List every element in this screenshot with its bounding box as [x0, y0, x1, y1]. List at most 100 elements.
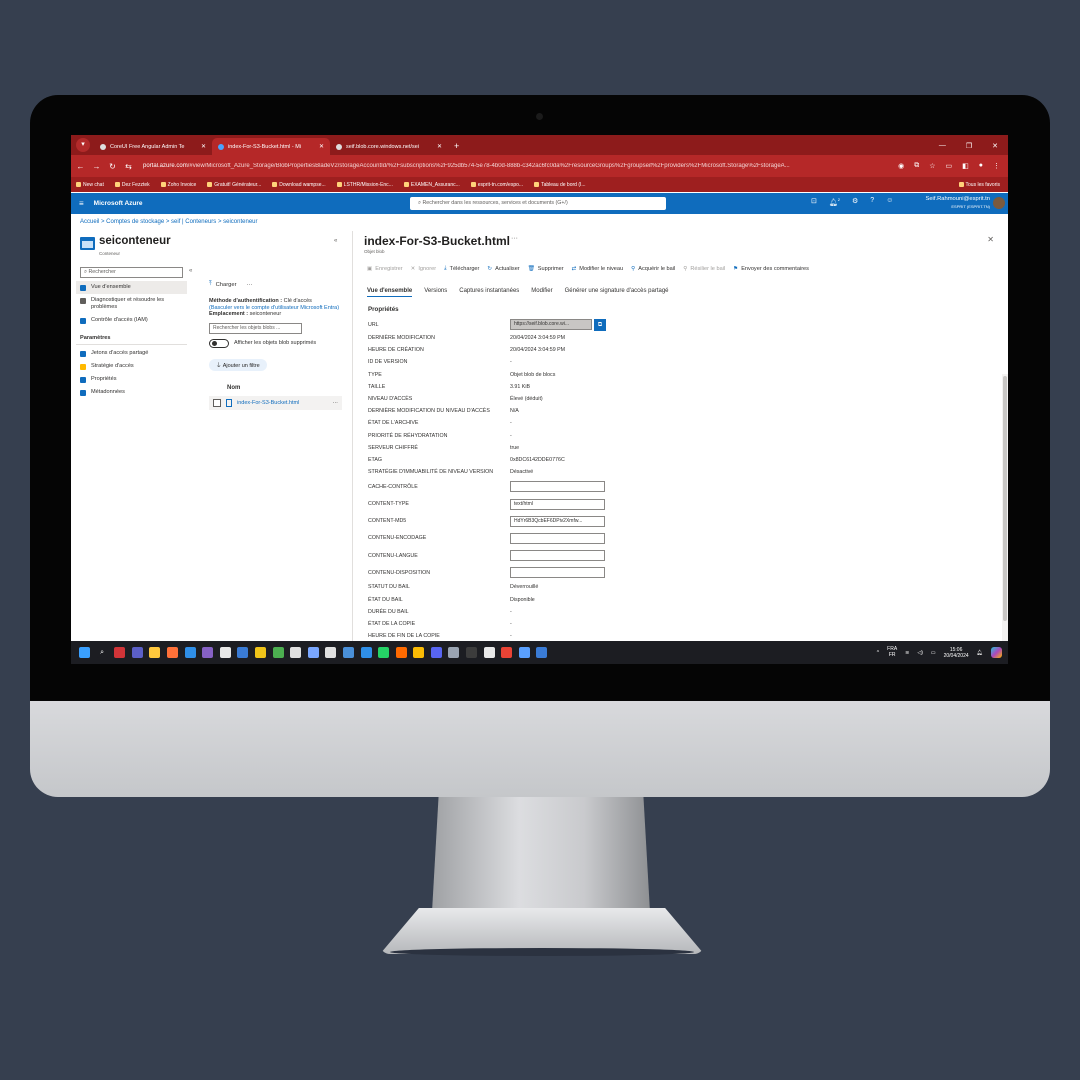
title-more-icon[interactable]: ··· — [511, 235, 518, 242]
terminal-icon[interactable] — [466, 647, 478, 658]
copilot-icon[interactable] — [991, 647, 1002, 658]
notepad-icon[interactable] — [518, 647, 530, 658]
command-button[interactable]: ⤓ Télécharger — [444, 265, 479, 272]
blob-name-link[interactable]: index-For-S3-Bucket.html — [237, 400, 328, 406]
language-indicator[interactable]: FRA FR — [887, 646, 897, 658]
app-icon[interactable] — [114, 647, 126, 658]
app-icon[interactable] — [325, 647, 337, 658]
property-input[interactable] — [510, 481, 605, 493]
auth-switch-link[interactable]: (Basculer vers le compte d'utilisateur M… — [209, 305, 339, 311]
app-icon[interactable] — [536, 647, 548, 658]
tab-search-icon[interactable]: ▾ — [76, 138, 90, 152]
menu-section-heading[interactable]: Paramètres — [76, 327, 187, 345]
notification-icon[interactable]: 🔔︎2 — [829, 197, 840, 206]
collapse-icon[interactable]: « — [334, 238, 337, 244]
command-button[interactable]: ⚲ Résilier le bail — [683, 265, 725, 272]
add-filter-button[interactable]: ⏚ Ajouter un filtre — [209, 358, 267, 371]
reload-icon[interactable]: ↻ — [106, 162, 119, 171]
menu-collapse-icon[interactable]: « — [189, 268, 192, 274]
row-checkbox[interactable] — [213, 398, 221, 407]
close-icon[interactable]: ✕ — [987, 235, 994, 244]
firefox-icon[interactable] — [166, 647, 178, 658]
bookmark-item[interactable]: Gratuit! Générateur... — [207, 182, 261, 188]
bookmark-item[interactable]: LSTHR/Mission-Enc... — [336, 182, 393, 188]
app-icon[interactable] — [254, 647, 266, 658]
bookmark-item[interactable]: Zoho Invoice — [160, 182, 196, 188]
star-icon[interactable]: ☆ — [929, 162, 935, 170]
folder-icon[interactable] — [149, 647, 161, 658]
command-button[interactable]: 🗑︎ Supprimer — [528, 265, 564, 272]
app-icon[interactable] — [448, 647, 460, 658]
more-icon[interactable]: ··· — [247, 282, 253, 288]
blob-tab[interactable]: Vue d'ensemble — [367, 288, 413, 297]
back-icon[interactable]: ← — [74, 162, 87, 171]
volume-icon[interactable]: ◁) — [917, 650, 923, 656]
settings-menu-item[interactable]: Métadonnées — [76, 386, 187, 399]
extension-icon[interactable]: ▭ — [946, 162, 953, 170]
command-button[interactable]: ↻ Actualiser — [487, 265, 519, 272]
app-icon[interactable] — [342, 647, 354, 658]
browser-tab[interactable]: seif.blob.core.windows.net/sei ✕ — [330, 138, 448, 155]
settings-menu-item[interactable]: Stratégie d'accès — [76, 360, 187, 373]
notification-bell-icon[interactable]: 🔔︎ — [977, 650, 983, 656]
table-row[interactable]: index-For-S3-Bucket.html ··· — [209, 395, 342, 410]
url-field[interactable]: portal.azure.com/#view/Microsoft_Azure_S… — [143, 163, 898, 169]
property-input[interactable] — [510, 532, 605, 544]
blob-search-input[interactable]: Rechercher les objets blobs ... — [209, 322, 302, 334]
app-icon[interactable] — [360, 647, 372, 658]
column-header-name[interactable]: Nom — [227, 385, 349, 391]
scrollbar-thumb[interactable] — [1003, 376, 1007, 621]
chrome-icon[interactable] — [413, 647, 425, 658]
avatar[interactable] — [993, 197, 1005, 209]
bookmark-item[interactable]: esprit-tn.com/espo... — [470, 182, 523, 188]
blob-tab[interactable]: Modifier — [531, 288, 552, 297]
anaconda-icon[interactable] — [395, 647, 407, 658]
menu-item[interactable]: Diagnostiquer et résoudre les problèmes — [76, 294, 187, 314]
menu-item[interactable]: Contrôle d'accès (IAM) — [76, 314, 187, 327]
help-icon[interactable]: ? — [870, 197, 874, 206]
app-icon[interactable] — [237, 647, 249, 658]
all-bookmarks[interactable]: Tous les favoris — [958, 182, 1000, 188]
bookmark-item[interactable]: Tableau de bord (I... — [534, 182, 586, 188]
app-icon[interactable] — [272, 647, 284, 658]
close-tab-icon[interactable]: ✕ — [319, 143, 324, 150]
close-tab-icon[interactable]: ✕ — [437, 143, 442, 150]
command-button[interactable]: ▣ Enregistrer — [367, 265, 403, 272]
settings-menu-item[interactable]: Jetons d'accès partagé — [76, 347, 187, 360]
settings-icon[interactable]: ⚙ — [852, 197, 858, 206]
row-more-icon[interactable]: ··· — [333, 400, 339, 406]
azure-search-input[interactable]: ⌕ Rechercher dans les ressources, servic… — [410, 197, 666, 210]
chrome-icon[interactable] — [501, 647, 513, 658]
site-settings-icon[interactable]: ⇆ — [122, 162, 135, 171]
breadcrumb[interactable]: Accueil > Comptes de stockage > seif | C… — [80, 219, 258, 225]
app-icon[interactable] — [483, 647, 495, 658]
settings-menu-item[interactable]: Propriétés — [76, 373, 187, 386]
minimize-icon[interactable]: — — [939, 142, 946, 150]
command-button[interactable]: ⚑ Envoyer des commentaires — [733, 265, 809, 272]
close-window-icon[interactable]: ✕ — [992, 142, 998, 150]
copy-icon[interactable]: ⧉ — [594, 318, 606, 331]
app-icon[interactable] — [307, 647, 319, 658]
cloud-shell-icon[interactable]: ⊡ — [811, 197, 817, 206]
upload-button[interactable]: Charger — [216, 282, 237, 288]
bookmark-item[interactable]: New chat — [76, 182, 104, 188]
azure-brand[interactable]: Microsoft Azure — [94, 200, 143, 207]
teams-icon[interactable] — [131, 647, 143, 658]
bookmark-item[interactable]: EXAMEN_Assuranc... — [403, 182, 460, 188]
profile-icon[interactable]: ● — [979, 162, 983, 170]
property-input[interactable]: HdYr6B3QcbEF6DPiv2Xmfw... — [510, 515, 605, 527]
menu-search-input[interactable]: ⌕ Rechercher — [80, 267, 183, 278]
search-icon[interactable]: ⌕ — [96, 647, 108, 658]
wifi-icon[interactable]: ≋ — [905, 650, 909, 656]
command-button[interactable]: ✕ Ignorer — [411, 265, 436, 272]
blob-tab[interactable]: Générer une signature d'accès partagé — [565, 288, 669, 297]
property-input[interactable]: text/html — [510, 498, 605, 510]
clock[interactable]: 15:06 20/04/2024 — [944, 647, 969, 659]
url-value-field[interactable]: https://seif.blob.core.wi... — [510, 319, 592, 330]
command-button[interactable]: ⚲ Acquérir le bail — [631, 265, 675, 272]
new-tab-button[interactable]: + — [454, 141, 459, 151]
blob-tab[interactable]: Captures instantanées — [459, 288, 519, 297]
app-icon[interactable] — [219, 647, 231, 658]
browser-tab[interactable]: index-For-S3-Bucket.html - Mi ✕ — [212, 138, 330, 155]
account-menu[interactable]: Seif.Rahmouni@esprit.tn ESPRIT (ESPRIT.T… — [925, 196, 990, 210]
